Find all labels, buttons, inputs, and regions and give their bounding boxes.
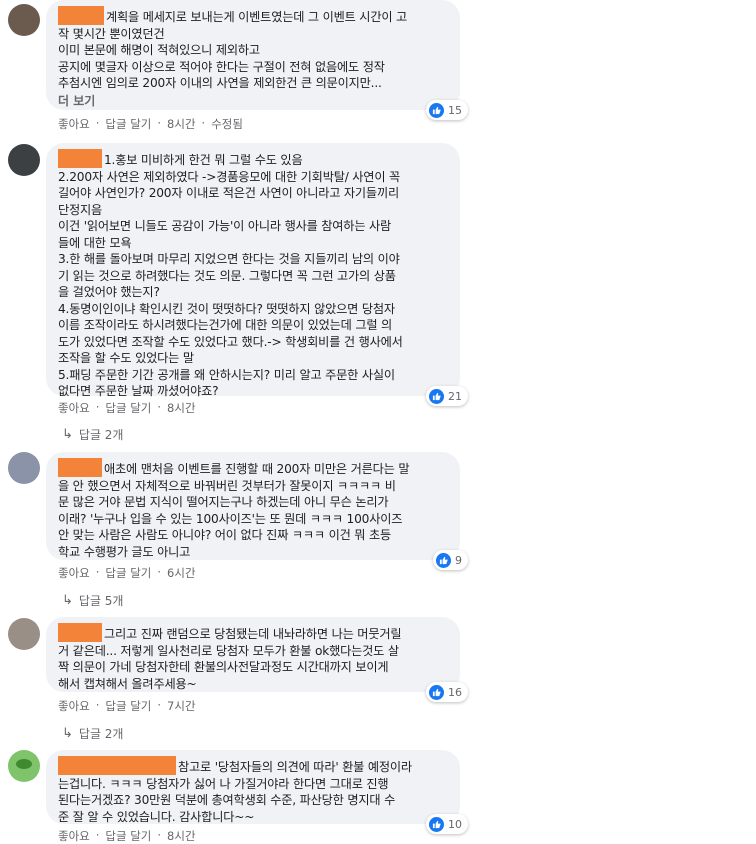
comment-text: 애초에 맨처음 이벤트를 진행할 때 200자 미만은 거른다는 말 을 안 했…	[58, 458, 448, 560]
reply-action[interactable]: 답글 달기	[105, 565, 151, 581]
see-more-link[interactable]: 더 보기	[58, 92, 448, 109]
comment-actions: 좋아요 · 답글 달기 · 7시간	[58, 698, 196, 714]
thumbs-up-icon	[436, 552, 451, 568]
reply-arrow-icon: ↳	[62, 726, 73, 741]
comment-bubble: 참고로 '당첨자들의 의견에 따라' 환불 예정이라 는겁니다. ㅋㅋㅋ 당첨자…	[46, 750, 468, 834]
timestamp[interactable]: 8시간	[167, 400, 195, 416]
comment-bubble: 1.홍보 미비하게 한건 뭐 그럴 수도 있음 2.200자 사연은 제외하였다…	[46, 143, 468, 406]
timestamp[interactable]: 7시간	[167, 698, 195, 714]
thumbs-up-icon	[429, 102, 444, 118]
redacted-name	[58, 458, 102, 477]
like-action[interactable]: 좋아요	[58, 116, 90, 132]
avatar[interactable]	[8, 750, 40, 782]
reply-action[interactable]: 답글 달기	[105, 698, 151, 714]
reply-action[interactable]: 답글 달기	[105, 828, 151, 844]
comment-bubble: 계획을 메세지로 보내는게 이벤트였는데 그 이벤트 시간이 고 작 몇시간 뿐…	[46, 0, 468, 120]
comment-actions: 좋아요 · 답글 달기 · 8시간 · 수정됨	[58, 116, 243, 132]
comment-actions: 좋아요 · 답글 달기 · 8시간	[58, 828, 196, 844]
comment-bubble: 그리고 진짜 랜덤으로 당첨됐는데 내놔라하면 나는 머뭇거릴 거 같은데...…	[46, 617, 468, 702]
thumbs-up-icon	[429, 816, 444, 832]
redacted-name	[58, 6, 104, 25]
view-replies-link[interactable]: ↳ 답글 2개	[62, 426, 123, 443]
avatar[interactable]	[8, 618, 40, 650]
like-action[interactable]: 좋아요	[58, 400, 90, 416]
redacted-name	[58, 756, 176, 775]
like-count-badge[interactable]: 16	[426, 682, 468, 702]
like-count-badge[interactable]: 10	[426, 814, 468, 834]
redacted-name	[58, 149, 102, 168]
comment-actions: 좋아요 · 답글 달기 · 8시간	[58, 400, 196, 416]
like-action[interactable]: 좋아요	[58, 698, 90, 714]
comment-bubble: 애초에 맨처음 이벤트를 진행할 때 200자 미만은 거른다는 말 을 안 했…	[46, 452, 468, 570]
edited-label: 수정됨	[211, 117, 243, 131]
comment-actions: 좋아요 · 답글 달기 · 6시간	[58, 565, 196, 581]
thumbs-up-icon	[429, 684, 444, 700]
comment-text: 그리고 진짜 랜덤으로 당첨됐는데 내놔라하면 나는 머뭇거릴 거 같은데...…	[58, 623, 448, 692]
reply-action[interactable]: 답글 달기	[105, 116, 151, 132]
redacted-name	[58, 623, 102, 642]
timestamp[interactable]: 8시간	[167, 116, 195, 132]
avatar[interactable]	[8, 452, 40, 484]
thumbs-up-icon	[429, 388, 444, 404]
like-count-badge[interactable]: 15	[426, 100, 468, 120]
reply-action[interactable]: 답글 달기	[105, 400, 151, 416]
like-count-badge[interactable]: 9	[433, 550, 468, 570]
like-action[interactable]: 좋아요	[58, 565, 90, 581]
comment-text: 계획을 메세지로 보내는게 이벤트였는데 그 이벤트 시간이 고 작 몇시간 뿐…	[58, 6, 448, 92]
comment-text: 참고로 '당첨자들의 의견에 따라' 환불 예정이라 는겁니다. ㅋㅋㅋ 당첨자…	[58, 756, 448, 825]
like-count-badge[interactable]: 21	[426, 386, 468, 406]
view-replies-link[interactable]: ↳ 답글 5개	[62, 592, 123, 609]
avatar[interactable]	[8, 144, 40, 176]
like-action[interactable]: 좋아요	[58, 828, 90, 844]
reply-arrow-icon: ↳	[62, 427, 73, 442]
reply-arrow-icon: ↳	[62, 593, 73, 608]
view-replies-link[interactable]: ↳ 답글 2개	[62, 725, 123, 742]
comment-text: 1.홍보 미비하게 한건 뭐 그럴 수도 있음 2.200자 사연은 제외하였다…	[58, 149, 448, 400]
timestamp[interactable]: 6시간	[167, 565, 195, 581]
timestamp[interactable]: 8시간	[167, 828, 195, 844]
avatar[interactable]	[8, 4, 40, 36]
